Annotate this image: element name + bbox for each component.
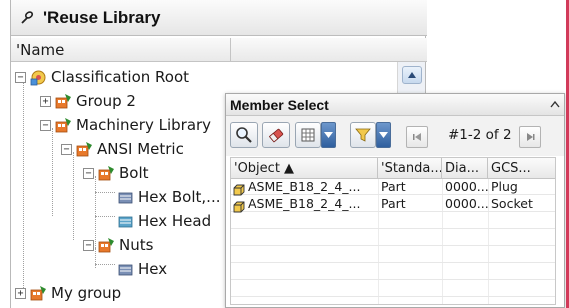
search-icon [236, 127, 252, 143]
next-page-icon [527, 133, 535, 141]
search-button[interactable] [230, 122, 258, 148]
class-icon [117, 213, 134, 230]
filter-icon [355, 128, 371, 142]
tree-item-hex-bolt[interactable]: Hex Bolt,... [117, 185, 220, 209]
table-row[interactable]: ASME_B18_2_4_... Part 0000... Plug [231, 179, 555, 196]
group-icon [55, 93, 72, 110]
grid-view-icon [301, 128, 315, 142]
scroll-up-button[interactable] [402, 66, 422, 84]
tree-guide-line [95, 192, 115, 193]
tree-item-hex[interactable]: Hex [117, 257, 167, 281]
expand-icon[interactable]: + [40, 95, 51, 107]
tree-guide-line [95, 216, 115, 217]
next-page-button[interactable] [519, 126, 541, 148]
eraser-icon [268, 128, 284, 143]
member-table: 'Object ▲ 'Standa... Dia... GCS... ASME_… [230, 157, 556, 305]
expand-icon[interactable]: + [15, 287, 26, 299]
empty-row [231, 264, 555, 280]
tree-item-nuts[interactable]: − Nuts [83, 233, 153, 257]
tree-item-label: ANSI Metric [97, 140, 184, 158]
column-header-gcs[interactable]: GCS... [488, 158, 555, 179]
part-icon [233, 181, 245, 196]
tree-item-my-group[interactable]: + My group [15, 281, 121, 305]
tree-item-machinery-library[interactable]: − Machinery Library [40, 113, 211, 137]
group-icon [30, 285, 47, 302]
member-select-title: Member Select [230, 97, 329, 113]
tree-guide-line [95, 264, 115, 265]
cell-gcs: Plug [491, 179, 518, 194]
empty-row [231, 213, 555, 229]
classification-root-icon [30, 69, 47, 86]
member-select-titlebar: Member Select [226, 94, 564, 116]
chevron-up-icon [408, 72, 416, 78]
collapse-icon[interactable]: − [61, 143, 72, 155]
extra-column-header [231, 38, 427, 62]
tree-item-bolt[interactable]: − Bolt [83, 161, 149, 185]
cell-object: ASME_B18_2_4_... [248, 179, 361, 194]
tree-item-label: My group [51, 284, 122, 302]
chevron-up-icon[interactable] [548, 96, 562, 112]
page-count: #1-2 of 2 [448, 127, 512, 143]
group-icon [55, 117, 72, 134]
cell-object: ASME_B18_2_4_... [248, 196, 361, 211]
column-header-standard[interactable]: 'Standa... [378, 158, 442, 179]
collapse-icon[interactable]: − [15, 71, 26, 83]
panel-header: 'Reuse Library [11, 0, 427, 36]
tree-item-classification-root[interactable]: − Classification Root [15, 65, 189, 89]
collapse-icon[interactable]: − [83, 167, 94, 179]
filter-dropdown[interactable] [376, 122, 391, 148]
member-select-panel: Member Select #1-2 of 2 'Object ▲ 'Stand… [225, 93, 565, 308]
view-button[interactable] [295, 122, 321, 148]
first-page-button[interactable] [406, 126, 428, 148]
tree-item-label: Hex Bolt,... [138, 188, 221, 206]
tree-item-label: Hex Head [138, 212, 212, 230]
first-page-icon [413, 133, 421, 141]
tree-item-hex-head[interactable]: Hex Head [117, 209, 211, 233]
empty-row [231, 247, 555, 263]
collapse-icon[interactable]: − [83, 239, 94, 251]
cell-gcs: Socket [491, 196, 533, 211]
chevron-down-icon [324, 132, 333, 138]
tree-item-label: Nuts [119, 236, 154, 254]
column-header-object[interactable]: 'Object ▲ [231, 158, 378, 179]
filter-button[interactable] [350, 122, 376, 148]
empty-row [231, 230, 555, 246]
tree-guide-line [23, 80, 24, 288]
name-column-header[interactable]: 'Name [11, 38, 231, 62]
member-select-toolbar: #1-2 of 2 [226, 116, 564, 156]
group-icon [76, 141, 93, 158]
panel-title: 'Reuse Library [43, 7, 161, 27]
group-icon [98, 237, 115, 254]
empty-row [231, 281, 555, 297]
cell-standard: Part [381, 196, 406, 211]
collapse-icon[interactable]: − [40, 119, 51, 131]
tree-item-label: Group 2 [76, 92, 136, 110]
group-icon [98, 165, 115, 182]
tree-item-label: Hex [138, 260, 168, 278]
column-header-diameter[interactable]: Dia... [442, 158, 488, 179]
table-row[interactable]: ASME_B18_2_4_... Part 0000... Socket [231, 196, 555, 213]
tree-item-label: Bolt [119, 164, 149, 182]
tree-column-header: 'Name [11, 38, 427, 62]
clear-button[interactable] [262, 122, 290, 148]
tree-item-group-2[interactable]: + Group 2 [40, 89, 136, 113]
chevron-down-icon [379, 132, 388, 138]
class-icon [117, 261, 134, 278]
part-icon [233, 198, 245, 213]
cell-diameter: 0000... [445, 179, 488, 194]
class-icon [117, 189, 134, 206]
tree-item-label: Machinery Library [76, 116, 212, 134]
tree-guide-line [52, 128, 53, 216]
member-table-header: 'Object ▲ 'Standa... Dia... GCS... [231, 158, 555, 179]
tree-item-ansi-metric[interactable]: − ANSI Metric [61, 137, 184, 161]
cell-diameter: 0000... [445, 196, 488, 211]
pin-icon[interactable] [11, 0, 43, 36]
tree-item-label: Classification Root [51, 68, 190, 86]
cell-standard: Part [381, 179, 406, 194]
tree-guide-line [73, 152, 74, 240]
view-dropdown[interactable] [321, 122, 336, 148]
